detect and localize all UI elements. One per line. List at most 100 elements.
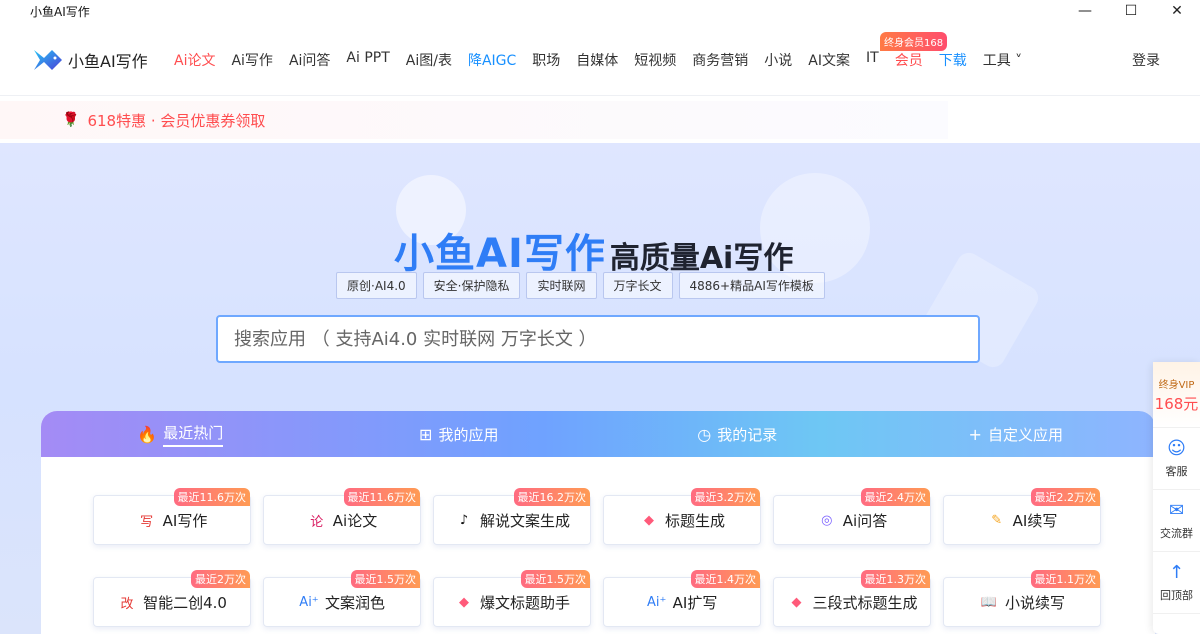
feature-tags: 原创·AI4.0 安全·保护隐私 实时联网 万字长文 4886+精品AI写作模板 (336, 272, 831, 299)
tab-label: 最近热门 (163, 422, 224, 447)
app-icon (6, 8, 12, 14)
nav-item[interactable]: 降AIGC (468, 50, 516, 70)
window-title: 小鱼AI写作 (30, 4, 90, 19)
feature-tag: 安全·保护隐私 (422, 272, 521, 299)
search-input[interactable] (218, 317, 978, 361)
tab-flame[interactable]: 🔥 最近热门 (41, 411, 320, 457)
app-card[interactable]: 最近11.6万次写 AI写作 (93, 488, 251, 545)
sidebar-item-label: 客服 (1165, 465, 1188, 478)
tag-icon: ◆ (791, 594, 802, 610)
nav-item[interactable]: 小说 (764, 50, 792, 70)
tab-clock[interactable]: ◷ 我的记录 (598, 411, 877, 457)
tiktok-icon: ♪ (459, 512, 469, 528)
vip-promo-badge[interactable]: 终身会员168 (880, 32, 948, 51)
nav-item[interactable]: AI文案 (808, 50, 850, 70)
arrow-up-icon: ↑ (1168, 562, 1185, 583)
app-card[interactable]: 最近1.5万次 ◆ 爆文标题助手 (433, 570, 591, 627)
feature-tag: 4886+精品AI写作模板 (678, 272, 825, 299)
rose-icon: 🌹 (62, 112, 80, 128)
nav-item[interactable]: 自媒体 (576, 50, 618, 70)
logo[interactable]: 小鱼AI写作 (32, 44, 148, 76)
nav-item[interactable]: Ai图/表 (406, 50, 452, 70)
logo-text: 小鱼AI写作 (68, 52, 148, 71)
app-card[interactable]: 最近1.1万次 📖 小说续写 (943, 570, 1101, 627)
rewrite-icon: 改 (120, 596, 134, 612)
app-card[interactable]: 最近2.4万次 ◎ Ai问答 (773, 488, 931, 545)
app-card[interactable]: 最近2.2万次 ✎ AI续写 (943, 488, 1101, 545)
wechat-icon: ✉ (1168, 500, 1185, 521)
app-label: 小说续写 (1004, 593, 1065, 612)
app-card[interactable]: 最近1.3万次 ◆ 三段式标题生成 (773, 570, 931, 627)
nav-item[interactable]: Ai PPT (346, 50, 389, 70)
flame-icon: 🔥 (137, 424, 158, 444)
usage-badge: 最近2.4万次 (860, 488, 930, 506)
sidebar-vip-label: 终身VIP (1158, 379, 1195, 391)
usage-badge: 最近1.5万次 (350, 570, 420, 588)
feature-tag: 实时联网 (526, 272, 597, 299)
app-label: AI扩写 (672, 593, 718, 612)
app-card[interactable]: 最近16.2万次 ♪ 解说文案生成 (433, 488, 591, 545)
write-icon: 写 (140, 514, 154, 530)
hero-headline: 小鱼AI写作 高质量Ai写作 (394, 221, 793, 279)
app-card[interactable]: 最近1.4万次 Ai⁺ AI扩写 (603, 570, 761, 627)
app-label: 智能二创4.0 (143, 593, 227, 612)
tab-label: 我的记录 (717, 425, 778, 444)
sidebar-vip-price: 168元 (1154, 394, 1199, 413)
nav-item[interactable]: 会员 (895, 50, 923, 70)
app-label: Ai问答 (842, 511, 888, 530)
tab-grid[interactable]: ⊞ 我的应用 (320, 411, 599, 457)
window-titlebar: 小鱼AI写作 — ☐ ✕ (0, 0, 1200, 22)
app-label: 解说文案生成 (479, 511, 570, 530)
grid-icon: ⊞ (419, 424, 433, 444)
search-box[interactable] (216, 315, 980, 363)
nav-item[interactable]: 短视频 (634, 50, 676, 70)
sidebar-vip[interactable]: 终身VIP 168元 (1153, 362, 1200, 428)
app-label: Ai论文 (332, 511, 378, 530)
sidebar-item-label: 交流群 (1160, 527, 1193, 540)
customer-service-icon: ☺ (1167, 438, 1186, 459)
app-label: 标题生成 (664, 511, 725, 530)
login-link[interactable]: 登录 (1132, 50, 1160, 70)
nav-item[interactable]: 职场 (532, 50, 560, 70)
ai-sparkle-icon: Ai⁺ (299, 594, 319, 610)
usage-badge: 最近1.4万次 (690, 570, 760, 588)
nav-item[interactable]: IT (866, 50, 879, 70)
plus-icon: + (968, 424, 982, 444)
maximize-button[interactable]: ☐ (1108, 0, 1154, 22)
usage-badge: 最近2万次 (191, 570, 250, 588)
usage-badge: 最近1.3万次 (860, 570, 930, 588)
sidebar-item-customer-service[interactable]: ☺ 客服 (1153, 428, 1200, 490)
book-icon: 📖 (980, 594, 998, 610)
nav-item[interactable]: Ai论文 (174, 50, 215, 70)
app-label: AI续写 (1012, 511, 1058, 530)
apps-panel: 🔥 最近热门 ⊞ 我的应用 ◷ 我的记录 + 自定义应用 最近11.6万次写 AI写作 最近11.… (41, 411, 1155, 634)
app-card[interactable]: 最近3.2万次 ◆ 标题生成 (603, 488, 761, 545)
tag-icon: ◆ (643, 512, 654, 528)
app-label: 三段式标题生成 (812, 593, 918, 612)
fish-logo-icon (34, 50, 62, 70)
minimize-button[interactable]: — (1062, 0, 1108, 22)
usage-badge: 最近3.2万次 (690, 488, 760, 506)
tab-label: 我的应用 (438, 425, 499, 444)
app-card[interactable]: 最近2万次改智能二创4.0 (93, 570, 251, 627)
sidebar-item-wechat[interactable]: ✉ 交流群 (1153, 490, 1200, 552)
close-button[interactable]: ✕ (1154, 0, 1200, 22)
nav-item[interactable]: 下载 (939, 50, 967, 70)
sidebar-item-arrow-up[interactable]: ↑ 回顶部 (1153, 552, 1200, 614)
hero-section: 小鱼AI写作 高质量Ai写作 原创·AI4.0 安全·保护隐私 实时联网 万字长文 48… (0, 143, 1200, 634)
usage-badge: 最近1.1万次 (1030, 570, 1100, 588)
nav-item[interactable]: 商务营销 (692, 50, 748, 70)
tag-icon: ◆ (458, 594, 469, 610)
app-card[interactable]: 最近1.5万次 Ai⁺ 文案润色 (263, 570, 421, 627)
app-card[interactable]: 最近11.6万次论 Ai论文 (263, 488, 421, 545)
app-label: AI写作 (162, 511, 208, 530)
nav-item[interactable]: 工具 ˅ (983, 50, 1022, 70)
tab-plus[interactable]: + 自定义应用 (877, 411, 1156, 457)
nav-item[interactable]: Ai写作 (231, 50, 272, 70)
hero-brand: 小鱼AI写作 (394, 231, 606, 277)
usage-badge: 最近2.2万次 (1030, 488, 1100, 506)
nav-item[interactable]: Ai问答 (289, 50, 330, 70)
promo-banner[interactable]: 🌹 618特惠 · 会员优惠券领取 (0, 101, 948, 139)
hero-slogan: 高质量Ai写作 (609, 241, 794, 276)
app-label: 爆文标题助手 (479, 593, 570, 612)
